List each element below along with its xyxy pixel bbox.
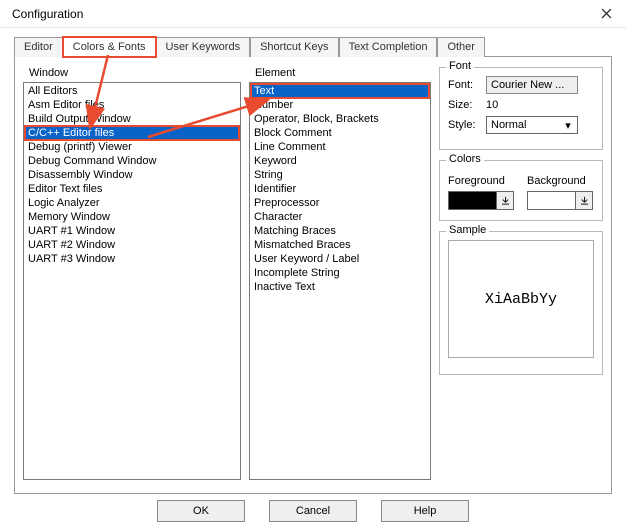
tab-shortcut-keys[interactable]: Shortcut Keys — [250, 37, 338, 57]
foreground-label: Foreground — [448, 175, 515, 187]
window-title: Configuration — [12, 7, 83, 21]
element-list-item[interactable]: Text — [251, 84, 429, 98]
tab-text-completion[interactable]: Text Completion — [339, 37, 438, 57]
dialog-footer: OK Cancel Help — [0, 500, 626, 522]
chevron-down-icon: ▾ — [561, 119, 575, 132]
sample-legend: Sample — [446, 224, 489, 236]
tab-user-keywords[interactable]: User Keywords — [156, 37, 251, 57]
foreground-swatch — [449, 192, 497, 209]
window-list-item[interactable]: Memory Window — [25, 210, 239, 224]
colors-group: Colors Foreground Background — [439, 160, 603, 221]
window-listbox[interactable]: All EditorsAsm Editor filesBuild Output … — [23, 82, 241, 480]
cancel-button[interactable]: Cancel — [269, 500, 357, 522]
font-legend: Font — [446, 60, 474, 72]
window-list-item[interactable]: All Editors — [25, 84, 239, 98]
font-picker-button[interactable]: Courier New ... — [486, 76, 578, 94]
element-list-item[interactable]: User Keyword / Label — [251, 252, 429, 266]
tab-colors-fonts[interactable]: Colors & Fonts — [63, 37, 156, 57]
window-list-item[interactable]: Debug Command Window — [25, 154, 239, 168]
dropdown-icon — [497, 192, 513, 209]
window-list-item[interactable]: Build Output Window — [25, 112, 239, 126]
window-list-item[interactable]: Editor Text files — [25, 182, 239, 196]
window-list-item[interactable]: UART #3 Window — [25, 252, 239, 266]
background-swatch — [528, 192, 576, 209]
element-listbox[interactable]: TextNumberOperator, Block, BracketsBlock… — [249, 82, 431, 480]
tab-strip: Editor Colors & Fonts User Keywords Shor… — [14, 36, 626, 56]
sample-preview: XiAaBbYy — [448, 240, 594, 358]
tab-editor[interactable]: Editor — [14, 37, 63, 57]
size-label: Size: — [448, 99, 482, 111]
ok-button[interactable]: OK — [157, 500, 245, 522]
element-list-item[interactable]: String — [251, 168, 429, 182]
element-list-item[interactable]: Mismatched Braces — [251, 238, 429, 252]
element-list-item[interactable]: Number — [251, 98, 429, 112]
style-label: Style: — [448, 119, 482, 131]
colors-legend: Colors — [446, 153, 484, 165]
element-list-item[interactable]: Character — [251, 210, 429, 224]
window-list-item[interactable]: C/C++ Editor files — [25, 126, 239, 140]
element-list-item[interactable]: Incomplete String — [251, 266, 429, 280]
window-group-label: Window — [29, 67, 241, 79]
font-group: Font Font: Courier New ... Size: 10 Styl… — [439, 67, 603, 150]
tab-panel: Window All EditorsAsm Editor filesBuild … — [14, 56, 612, 494]
window-list-item[interactable]: UART #2 Window — [25, 238, 239, 252]
element-list-item[interactable]: Identifier — [251, 182, 429, 196]
window-list-item[interactable]: Logic Analyzer — [25, 196, 239, 210]
style-value: Normal — [491, 119, 526, 131]
element-list-item[interactable]: Line Comment — [251, 140, 429, 154]
sample-group: Sample XiAaBbYy — [439, 231, 603, 375]
window-list-item[interactable]: UART #1 Window — [25, 224, 239, 238]
font-label: Font: — [448, 79, 482, 91]
element-list-item[interactable]: Keyword — [251, 154, 429, 168]
help-button[interactable]: Help — [381, 500, 469, 522]
close-icon — [601, 8, 612, 19]
element-list-item[interactable]: Inactive Text — [251, 280, 429, 294]
element-list-item[interactable]: Matching Braces — [251, 224, 429, 238]
sample-text: XiAaBbYy — [485, 291, 557, 308]
element-list-item[interactable]: Block Comment — [251, 126, 429, 140]
background-label: Background — [527, 175, 594, 187]
titlebar: Configuration — [0, 0, 626, 28]
window-list-item[interactable]: Asm Editor files — [25, 98, 239, 112]
background-color-picker[interactable] — [527, 191, 593, 210]
tab-other[interactable]: Other — [437, 37, 485, 57]
element-group-label: Element — [255, 67, 431, 79]
size-value: 10 — [486, 99, 594, 111]
close-button[interactable] — [594, 4, 618, 24]
foreground-color-picker[interactable] — [448, 191, 514, 210]
window-list-item[interactable]: Disassembly Window — [25, 168, 239, 182]
element-list-item[interactable]: Operator, Block, Brackets — [251, 112, 429, 126]
window-list-item[interactable]: Debug (printf) Viewer — [25, 140, 239, 154]
style-select[interactable]: Normal ▾ — [486, 116, 578, 134]
dropdown-icon — [576, 192, 592, 209]
element-list-item[interactable]: Preprocessor — [251, 196, 429, 210]
